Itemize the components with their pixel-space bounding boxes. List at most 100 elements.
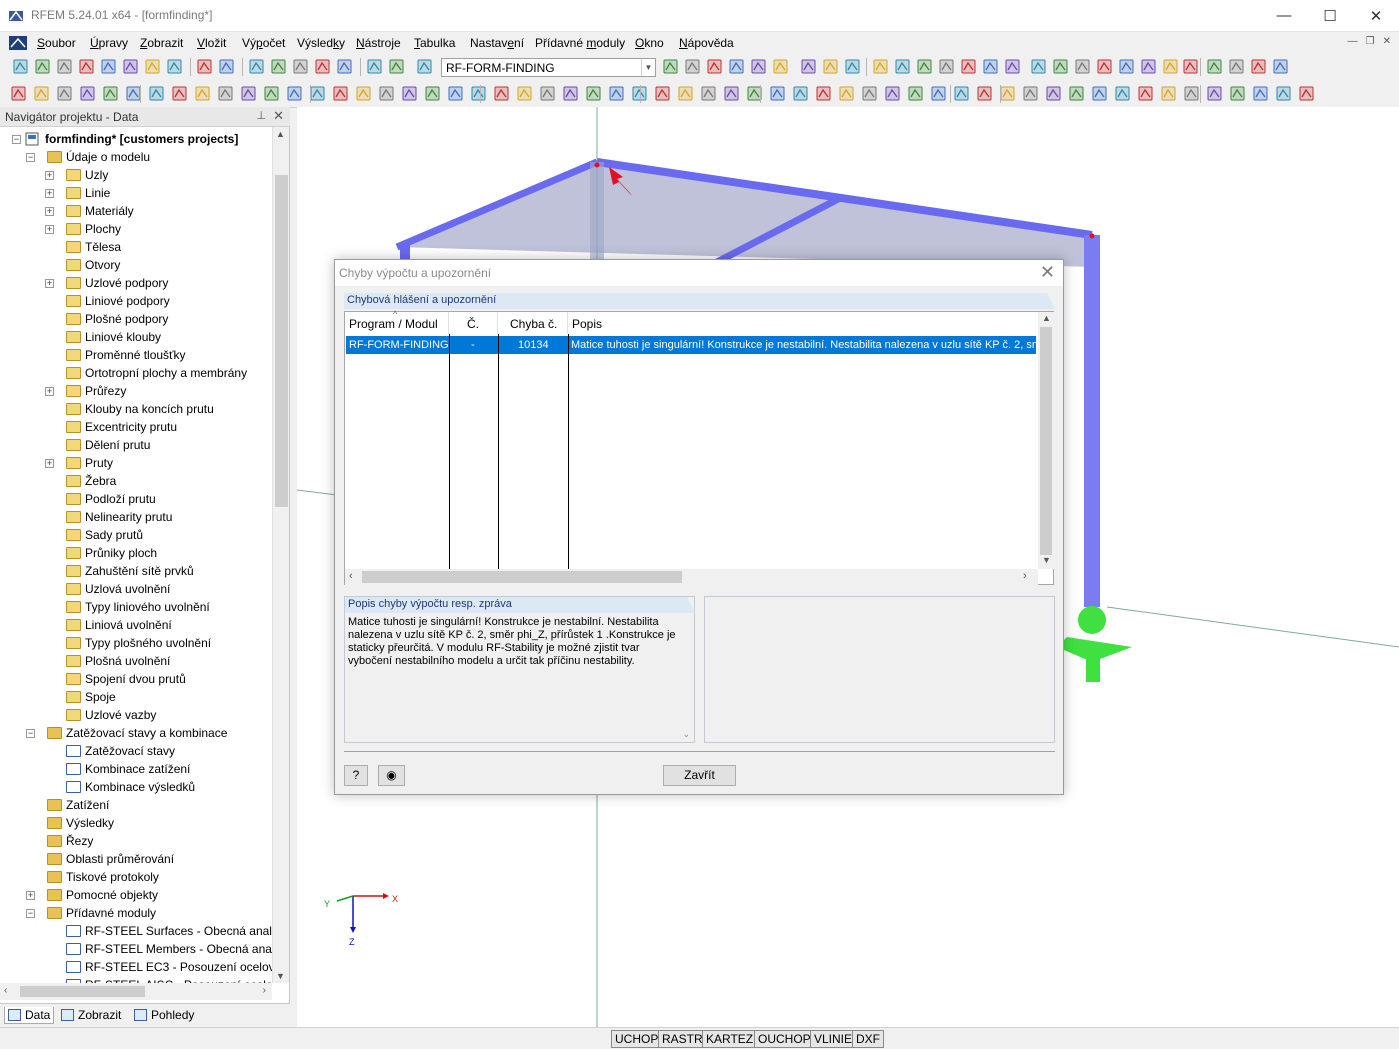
toolbar-tool-icon[interactable] xyxy=(1091,85,1108,102)
toolbar-tool-icon[interactable] xyxy=(800,58,817,75)
toolbar-tool-icon[interactable] xyxy=(416,58,433,75)
tree-item[interactable]: Plošné podpory xyxy=(66,310,168,328)
toolbar-tool-icon[interactable] xyxy=(662,58,679,75)
tree-item[interactable]: Kombinace zatížení xyxy=(66,760,190,778)
tree-item[interactable]: RF-STEEL Surfaces - Obecná analýz xyxy=(66,922,272,940)
toolbar-tool-icon[interactable] xyxy=(894,58,911,75)
tree-item[interactable]: Výsledky xyxy=(47,814,114,832)
tree-item[interactable]: RF-STEEL Members - Obecná analý xyxy=(66,940,272,958)
tree-item[interactable]: Linie xyxy=(66,184,110,202)
toolbar-tool-icon[interactable] xyxy=(1052,58,1069,75)
help-button[interactable]: ? xyxy=(344,765,368,786)
tree-item[interactable]: Řezy xyxy=(47,832,93,850)
tree-item[interactable]: Žebra xyxy=(66,472,116,490)
tree-item[interactable]: RF-STEEL EC3 - Posouzení ocelovýc xyxy=(66,958,272,976)
toolbar-tool-icon[interactable] xyxy=(608,85,625,102)
toolbar-tool-icon[interactable] xyxy=(56,58,73,75)
tree-item[interactable]: Tiskové protokoly xyxy=(47,868,159,886)
tree-item[interactable]: Kombinace výsledků xyxy=(66,778,195,796)
close-button[interactable]: Zavřít xyxy=(663,765,736,786)
toolbar-tool-icon[interactable] xyxy=(1298,85,1315,102)
toolbar-tool-icon[interactable] xyxy=(1228,58,1245,75)
minimize-button[interactable]: — xyxy=(1261,0,1307,31)
menu-1[interactable]: Soubor xyxy=(37,36,76,50)
tree-item[interactable]: Nelinearity prutu xyxy=(66,508,172,526)
status-toggle-dxf[interactable]: DXF xyxy=(852,1030,884,1048)
tree-item[interactable]: Pruty xyxy=(66,454,113,472)
toolbar-tool-icon[interactable] xyxy=(838,85,855,102)
status-toggle-rastr[interactable]: RASTR xyxy=(658,1030,707,1048)
toolbar-tool-icon[interactable] xyxy=(706,58,723,75)
toolbar-tool-icon[interactable] xyxy=(56,85,73,102)
menu-8[interactable]: Tabulka xyxy=(414,36,455,50)
nodal-support-icon[interactable] xyxy=(1057,606,1132,682)
expand-icon[interactable]: + xyxy=(45,279,54,288)
collapse-icon[interactable]: − xyxy=(26,153,35,162)
menu-6[interactable]: Výsledky xyxy=(297,36,345,50)
table-hscroll[interactable]: ‹ › xyxy=(345,569,1038,585)
close-icon[interactable]: ✕ xyxy=(273,108,284,124)
tree-item[interactable]: Uzlové vazby xyxy=(66,706,156,724)
toolbar-tool-icon[interactable] xyxy=(218,58,235,75)
toolbar-tool-icon[interactable] xyxy=(677,85,694,102)
toolbar-tool-icon[interactable] xyxy=(1118,58,1135,75)
tree-item[interactable]: Zatížení xyxy=(47,796,109,814)
toolbar-tool-icon[interactable] xyxy=(196,58,213,75)
tree-item[interactable]: Klouby na koncích prutu xyxy=(66,400,214,418)
toolbar-tool-icon[interactable] xyxy=(1068,85,1085,102)
tree-item[interactable]: Uzlové podpory xyxy=(66,274,168,292)
maximize-button[interactable]: ☐ xyxy=(1307,0,1353,31)
toolbar-tool-icon[interactable] xyxy=(999,85,1016,102)
column-header-description[interactable]: Popis xyxy=(568,312,1038,334)
toolbar-tool-icon[interactable] xyxy=(1160,85,1177,102)
pin-icon[interactable]: ⊥ xyxy=(256,109,266,122)
toolbar-tool-icon[interactable] xyxy=(723,85,740,102)
tree-item[interactable]: Typy liniového uvolnění xyxy=(66,598,210,616)
scroll-down-icon[interactable]: ⌄ xyxy=(682,729,690,740)
toolbar-tool-icon[interactable] xyxy=(33,85,50,102)
toolbar-tool-icon[interactable] xyxy=(144,58,161,75)
toolbar-tool-icon[interactable] xyxy=(1022,85,1039,102)
menu-10[interactable]: Přídavné moduly xyxy=(535,36,625,50)
close-window-button[interactable]: ✕ xyxy=(1353,0,1399,31)
status-toggle-vlinie[interactable]: VLINIE xyxy=(810,1030,857,1048)
toolbar-tool-icon[interactable] xyxy=(270,58,287,75)
scroll-down-icon[interactable]: ▼ xyxy=(276,971,285,981)
toolbar-tool-icon[interactable] xyxy=(388,58,405,75)
toolbar-tool-icon[interactable] xyxy=(976,85,993,102)
toolbar-tool-icon[interactable] xyxy=(493,85,510,102)
mdi-minimize-button[interactable]: — xyxy=(1348,36,1358,47)
tree-item[interactable]: Liniové klouby xyxy=(66,328,161,346)
toolbar-tool-icon[interactable] xyxy=(1250,58,1267,75)
node-marker[interactable] xyxy=(1089,233,1095,239)
toolbar-tool-icon[interactable] xyxy=(470,85,487,102)
tree-item[interactable]: Liniové podpory xyxy=(66,292,170,310)
tab-views[interactable]: Pohledy xyxy=(131,1007,197,1023)
toolbar-tool-icon[interactable] xyxy=(332,85,349,102)
scroll-thumb[interactable] xyxy=(275,175,288,507)
document-icon[interactable] xyxy=(9,36,27,50)
toolbar-tool-icon[interactable] xyxy=(148,85,165,102)
toolbar-tool-icon[interactable] xyxy=(792,85,809,102)
toolbar-tool-icon[interactable] xyxy=(1206,85,1223,102)
toolbar-tool-icon[interactable] xyxy=(10,85,27,102)
tree-item[interactable]: Materiály xyxy=(66,202,134,220)
menu-3[interactable]: Zobrazit xyxy=(140,36,183,50)
tree-item[interactable]: Dělení prutu xyxy=(66,436,150,454)
toolbar-tool-icon[interactable] xyxy=(1272,58,1289,75)
menu-7[interactable]: Nástroje xyxy=(356,36,401,50)
toolbar-tool-icon[interactable] xyxy=(1140,58,1157,75)
menu-5[interactable]: Výpočet xyxy=(242,36,285,50)
expand-icon[interactable]: + xyxy=(45,387,54,396)
module-combo[interactable]: RF-FORM-FINDING ▼ xyxy=(441,58,656,77)
toolbar-tool-icon[interactable] xyxy=(750,58,767,75)
status-toggle-kartez[interactable]: KARTEZ xyxy=(702,1030,758,1048)
menu-12[interactable]: Nápověda xyxy=(679,36,734,50)
toolbar-tool-icon[interactable] xyxy=(309,85,326,102)
tree-item[interactable]: Oblasti průměrování xyxy=(47,850,174,868)
toolbar-tool-icon[interactable] xyxy=(654,85,671,102)
toolbar-tool-icon[interactable] xyxy=(585,85,602,102)
toolbar-tool-icon[interactable] xyxy=(1030,58,1047,75)
close-icon[interactable]: ✕ xyxy=(1040,262,1055,283)
expand-icon[interactable]: + xyxy=(45,207,54,216)
